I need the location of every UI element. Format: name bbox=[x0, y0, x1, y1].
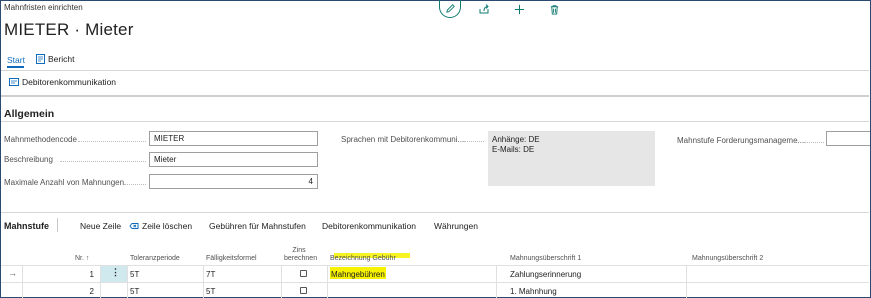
column-divider bbox=[281, 266, 282, 298]
field-leader bbox=[60, 161, 146, 162]
tab-start-underline bbox=[7, 66, 24, 68]
mahnstufe-forderung-input[interactable] bbox=[826, 131, 870, 146]
field-leader bbox=[464, 141, 484, 142]
debitor-communication-label: Debitorenkommunikation bbox=[22, 77, 117, 87]
page-title: MIETER · Mieter bbox=[4, 20, 134, 39]
max-mahnungen-label: Maximale Anzahl von Mahnungen bbox=[4, 178, 125, 187]
tab-start[interactable]: Start bbox=[7, 55, 25, 65]
field-leader bbox=[804, 142, 824, 143]
row-arrow-icon: → bbox=[8, 268, 17, 278]
divider bbox=[1, 121, 869, 122]
row2-zins-checkbox[interactable] bbox=[300, 287, 307, 294]
divider bbox=[1, 70, 869, 71]
toolbar-separator bbox=[57, 218, 58, 232]
lines-title[interactable]: Mahnstufe bbox=[4, 221, 49, 231]
add-button[interactable] bbox=[512, 2, 526, 16]
column-header-ueberschrift2[interactable]: Mahnungsüberschrift 2 bbox=[692, 255, 763, 263]
delete-line-button[interactable]: Zeile löschen bbox=[129, 221, 192, 231]
tab-bericht-label: Bericht bbox=[48, 54, 75, 64]
column-header-zins[interactable]: Zins berechnen bbox=[284, 247, 318, 263]
tab-bericht[interactable]: Bericht bbox=[36, 54, 74, 64]
delete-button[interactable] bbox=[547, 2, 561, 16]
divider bbox=[1, 95, 869, 97]
delete-line-label: Zeile löschen bbox=[142, 221, 193, 231]
row1-bezeichnung[interactable]: Mahngebühren bbox=[331, 270, 385, 279]
row2-ueberschrift1[interactable]: 1. Mahnhung bbox=[510, 287, 557, 296]
fees-label: Gebühren für Mahnstufen bbox=[209, 221, 306, 231]
row2-nr[interactable]: 2 bbox=[80, 287, 94, 296]
column-header-bezeichnung[interactable]: Bezeichnung Gebühr bbox=[330, 255, 396, 263]
sprachen-emails: E-Mails: DE bbox=[492, 145, 535, 154]
debitor-communication-action[interactable]: Debitorenkommunikation bbox=[9, 77, 116, 87]
row1-ueberschrift1[interactable]: Zahlungserinnerung bbox=[510, 270, 581, 279]
column-divider bbox=[496, 266, 497, 298]
row1-nr[interactable]: 1 bbox=[80, 270, 94, 279]
row2-toleranz[interactable]: 5T bbox=[130, 287, 139, 296]
mahnmethodencode-label: Mahnmethodencode bbox=[4, 135, 77, 144]
column-divider bbox=[100, 266, 101, 298]
section-title-general[interactable]: Allgemein bbox=[4, 108, 54, 120]
column-divider bbox=[327, 266, 328, 298]
share-icon bbox=[479, 4, 489, 14]
table-divider bbox=[1, 282, 869, 283]
column-divider bbox=[22, 266, 23, 298]
mahnstufe-forderung-label: Mahnstufe Forderungsmanageme... bbox=[677, 136, 805, 145]
sprachen-value-box[interactable]: Anhänge: DE E-Mails: DE bbox=[488, 131, 655, 186]
row2-faelligkeit[interactable]: 5T bbox=[206, 287, 215, 296]
max-mahnungen-input[interactable]: 4 bbox=[149, 174, 318, 189]
sprachen-label: Sprachen mit Debitorenkommuni... bbox=[341, 135, 465, 144]
column-divider bbox=[127, 266, 128, 298]
fees-button[interactable]: Gebühren für Mahnstufen bbox=[209, 221, 306, 231]
row1-toleranz[interactable]: 5T bbox=[130, 270, 139, 279]
row-menu-icon[interactable]: ⋮ bbox=[111, 267, 120, 278]
currencies-button[interactable]: Währungen bbox=[434, 221, 478, 231]
window-frame bbox=[0, 0, 871, 298]
communication-icon bbox=[9, 78, 19, 86]
divider bbox=[1, 212, 869, 213]
column-divider bbox=[203, 266, 204, 298]
delete-row-icon bbox=[129, 223, 139, 229]
row1-faelligkeit[interactable]: 7T bbox=[206, 270, 215, 279]
pencil-icon bbox=[445, 4, 455, 13]
mahnmethodencode-input[interactable]: MIETER bbox=[149, 131, 318, 146]
column-divider bbox=[686, 266, 687, 298]
table-divider bbox=[1, 265, 869, 266]
column-header-zins-line1: Zins bbox=[292, 247, 306, 254]
beschreibung-label: Beschreibung bbox=[4, 155, 53, 164]
sprachen-attachments: Anhänge: DE bbox=[492, 135, 540, 144]
column-header-zins-line2: berechnen bbox=[284, 255, 318, 262]
breadcrumb[interactable]: Mahnfristen einrichten bbox=[4, 3, 83, 12]
new-line-button[interactable]: Neue Zeile bbox=[80, 221, 121, 231]
field-leader bbox=[78, 141, 146, 142]
currencies-label: Währungen bbox=[434, 221, 478, 231]
column-header-faelligkeit[interactable]: Fälligkeitsformel bbox=[206, 255, 257, 263]
trash-icon bbox=[550, 4, 558, 15]
plus-icon bbox=[514, 4, 524, 14]
column-header-toleranz[interactable]: Toleranzperiode bbox=[130, 255, 180, 263]
column-header-nr[interactable]: Nr. ↑ bbox=[75, 255, 89, 263]
beschreibung-input[interactable]: Mieter bbox=[149, 152, 318, 167]
lines-debitor-button[interactable]: Debitorenkommunikation bbox=[322, 221, 416, 231]
field-leader bbox=[124, 184, 146, 185]
share-button[interactable] bbox=[477, 2, 491, 16]
lines-debitor-label: Debitorenkommunikation bbox=[322, 221, 417, 231]
row1-zins-checkbox[interactable] bbox=[300, 270, 307, 277]
report-icon bbox=[36, 54, 45, 64]
new-line-label: Neue Zeile bbox=[80, 221, 122, 231]
column-header-ueberschrift1[interactable]: Mahnungsüberschrift 1 bbox=[510, 255, 581, 263]
